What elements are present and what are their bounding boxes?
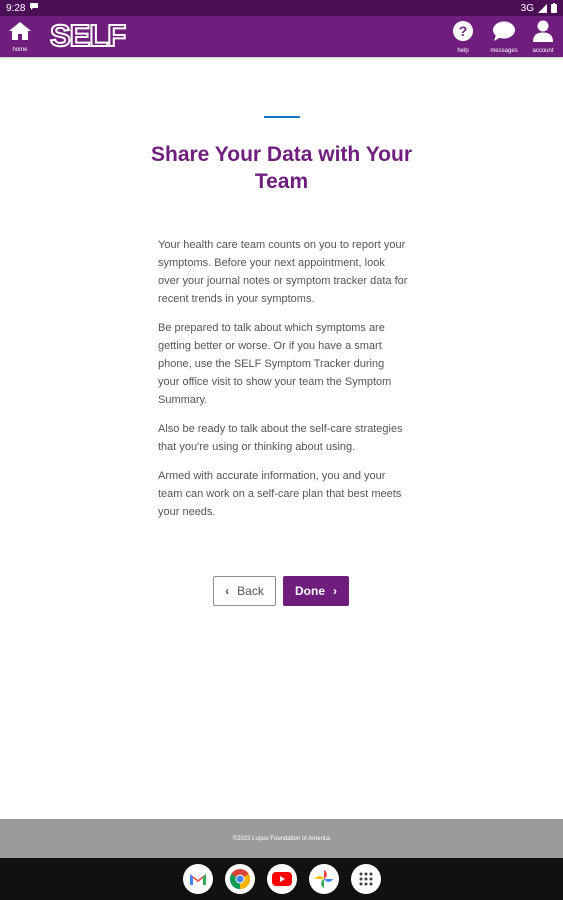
navigation-buttons: ‹ Back Done ›	[213, 576, 349, 606]
page-title: Share Your Data with Your Team	[150, 143, 412, 193]
home-icon	[8, 21, 32, 46]
messages-label: messages	[490, 47, 518, 54]
network-type: 3G	[520, 2, 534, 14]
photos-icon[interactable]	[308, 864, 339, 894]
account-button[interactable]: account	[527, 20, 559, 54]
back-button[interactable]: ‹ Back	[213, 576, 276, 606]
home-button[interactable]: home	[5, 20, 35, 54]
back-label: Back	[237, 584, 264, 598]
message-notification-icon	[29, 2, 39, 14]
done-label: Done	[295, 584, 325, 598]
help-icon: ?	[452, 20, 474, 47]
status-time: 9:28	[6, 2, 26, 14]
chevron-left-icon: ‹	[225, 584, 230, 598]
youtube-icon[interactable]	[266, 864, 297, 894]
status-bar: 9:28 3G	[0, 0, 563, 16]
signal-icon	[538, 3, 547, 13]
help-button[interactable]: ? help	[448, 20, 478, 54]
paragraph-4: Armed with accurate information, you and…	[158, 470, 402, 518]
messages-button[interactable]: messages	[486, 20, 522, 54]
paragraph-1: Your health care team counts on you to r…	[158, 239, 408, 305]
help-label: help	[457, 48, 469, 54]
chevron-right-icon: ›	[333, 584, 337, 598]
app-dock	[0, 858, 563, 900]
app-header: home SELF ? help messages account	[0, 16, 563, 57]
chrome-icon[interactable]	[224, 864, 255, 894]
self-logo: SELF	[49, 18, 127, 53]
gmail-icon[interactable]	[182, 864, 213, 894]
copyright-text: ©2023 Lupus Foundation of America	[232, 835, 331, 842]
battery-icon	[551, 3, 557, 13]
status-right: 3G	[521, 3, 557, 14]
done-button[interactable]: Done ›	[283, 576, 349, 606]
paragraph-3: Also be ready to talk about the self-car…	[158, 423, 403, 453]
home-label: home	[12, 47, 28, 53]
account-label: account	[532, 48, 554, 54]
app-drawer-icon[interactable]	[350, 864, 381, 894]
footer: ©2023 Lupus Foundation of America	[0, 819, 563, 858]
svg-text:?: ?	[459, 23, 468, 39]
chat-bubble-icon	[492, 21, 516, 47]
status-left: 9:28	[6, 2, 39, 14]
paragraph-2: Be prepared to talk about which symptoms…	[158, 322, 392, 406]
title-accent-line	[264, 116, 300, 118]
body-text: Your health care team counts on you to r…	[158, 236, 408, 532]
person-icon	[533, 20, 553, 47]
